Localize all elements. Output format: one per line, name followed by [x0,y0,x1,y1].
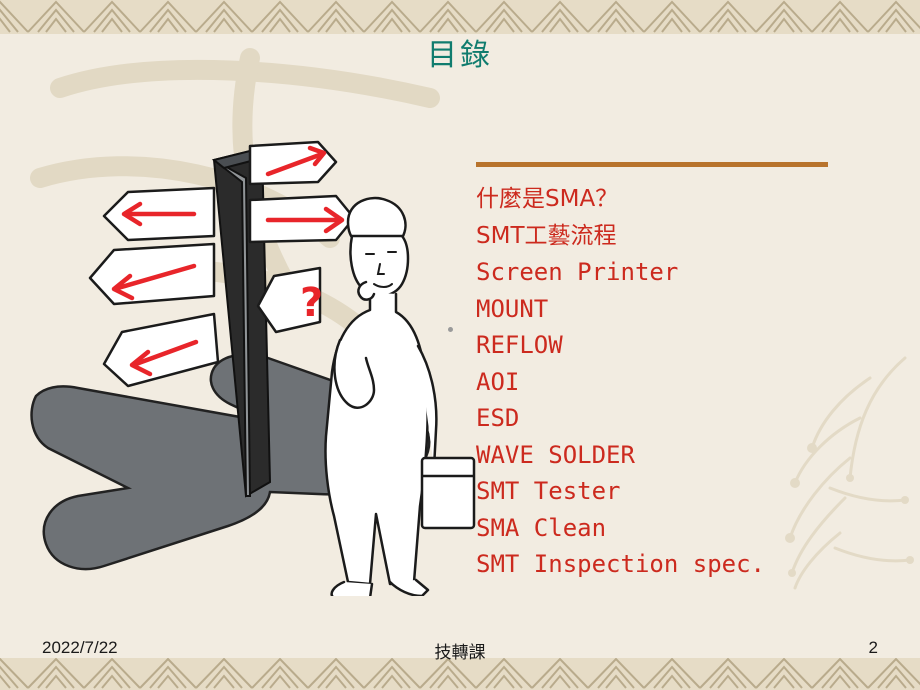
contents-block: 什麼是SMA？ SMT工藝流程 Screen Printer MOUNT REF… [448,162,828,583]
contents-list: 什麼是SMA？ SMT工藝流程 Screen Printer MOUNT REF… [476,181,828,583]
list-item[interactable]: REFLOW [476,327,828,364]
slide-footer: 2022/7/22 技轉課 2 [0,638,920,663]
footer-page-number: 2 [868,638,878,657]
list-item[interactable]: SMT工藝流程 [476,218,828,255]
list-item[interactable]: ESD [476,400,828,437]
list-item[interactable]: SMT Tester [476,473,828,510]
list-item[interactable]: SMA Clean [476,510,828,547]
list-item[interactable]: AOI [476,364,828,401]
list-item[interactable]: SMT Inspection spec. [476,546,828,583]
slide-title: 目錄 [427,38,493,73]
svg-text:?: ? [300,280,323,326]
list-item[interactable]: Screen Printer [476,254,828,291]
contents-bullet-marker [448,327,453,332]
contents-top-rule [476,162,828,167]
list-item[interactable]: WAVE SOLDER [476,437,828,474]
list-item[interactable]: 什麼是SMA？ [476,181,828,218]
list-item[interactable]: MOUNT [476,291,828,328]
slide: 目錄 ? 什麼是SMA？ SMT工藝流程 Screen Printer MOUN… [0,0,920,690]
footer-center-text: 技轉課 [434,643,486,663]
top-border-band [0,0,920,34]
signpost-illustration: ? [30,140,476,596]
